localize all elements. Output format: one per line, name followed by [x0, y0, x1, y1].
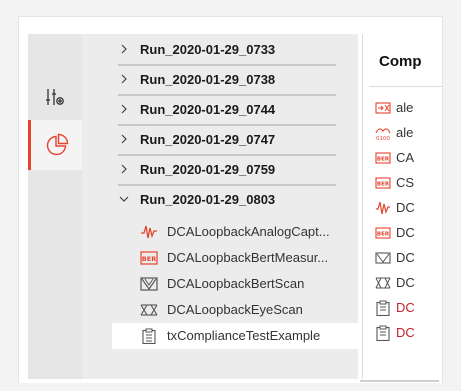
tree-child-label: DCALoopbackBertScan: [167, 276, 305, 291]
nav-rail: [28, 34, 82, 379]
component-label: DC: [396, 325, 415, 340]
chevron-right-icon: [121, 134, 127, 144]
component-item[interactable]: DC: [363, 272, 442, 294]
analog-waveform-icon: [376, 201, 390, 215]
horizontal-scrollbar[interactable]: [360, 380, 439, 382]
tree-run-item[interactable]: Run_2020-01-29_0738: [82, 66, 350, 96]
analog-waveform-icon: [141, 225, 157, 239]
component-label: DC: [396, 200, 415, 215]
component-label: ale: [396, 125, 414, 140]
pie-chart-icon: [46, 133, 68, 156]
ber-icon: BER: [375, 227, 391, 239]
tree-run-item[interactable]: Run_2020-01-29_0733: [82, 36, 350, 66]
component-item[interactable]: 0100 ale: [363, 122, 442, 144]
tree-run-item[interactable]: Run_2020-01-29_0759: [82, 156, 350, 186]
eye-scan-icon: [375, 277, 391, 289]
binary-wave-icon: 0100: [375, 128, 391, 141]
component-item[interactable]: BER CS: [363, 172, 442, 194]
component-item[interactable]: ale: [363, 97, 442, 119]
component-label: DC: [396, 250, 415, 265]
ber-icon: BER: [375, 177, 391, 189]
clipboard-icon: [376, 325, 390, 341]
component-label: DC: [396, 225, 415, 240]
tree-run-label: Run_2020-01-29_0738: [140, 72, 276, 87]
divider: [369, 86, 442, 87]
bert-scan-icon: [140, 277, 158, 291]
nav-analysis-button[interactable]: [28, 120, 82, 170]
chevron-right-icon: [121, 74, 127, 84]
tree-run-label: Run_2020-01-29_0803: [140, 192, 276, 207]
clipboard-icon: [142, 328, 156, 344]
tree-child-label: DCALoopbackAnalogCapt...: [167, 224, 330, 239]
eye-scan-icon: [140, 304, 158, 316]
clipboard-icon: [376, 300, 390, 316]
transform-icon: [375, 102, 391, 114]
tree-child-label: DCALoopbackEyeScan: [167, 302, 303, 317]
chevron-right-icon: [121, 104, 127, 114]
tree-child-label: txComplianceTestExample: [167, 328, 321, 343]
component-label: CA: [396, 150, 415, 165]
tree-child-item-selected[interactable]: txComplianceTestExample: [82, 323, 358, 349]
component-item[interactable]: BER DC: [363, 222, 442, 244]
component-label: ale: [396, 100, 414, 115]
svg-text:BER: BER: [377, 232, 390, 238]
component-item[interactable]: DC: [363, 322, 442, 344]
chevron-right-icon: [121, 44, 127, 54]
chevron-down-icon: [119, 196, 129, 202]
components-panel: Comp ale 0100 ale BER CA BER CS DC BER D…: [362, 34, 442, 379]
tree-run-item[interactable]: Run_2020-01-29_0747: [82, 126, 350, 156]
bert-scan-icon: [375, 252, 391, 264]
tree-run-item-expanded[interactable]: Run_2020-01-29_0803: [82, 186, 350, 216]
tree-run-item[interactable]: Run_2020-01-29_0744: [82, 96, 350, 126]
chevron-right-icon: [121, 164, 127, 174]
component-label: DC: [396, 300, 415, 315]
component-item[interactable]: BER CA: [363, 147, 442, 169]
svg-text:BER: BER: [377, 182, 390, 188]
ber-icon: BER: [375, 152, 391, 164]
tree-child-item[interactable]: DCALoopbackBertScan: [82, 271, 358, 297]
svg-text:BER: BER: [377, 157, 390, 163]
tree-child-item[interactable]: DCALoopbackEyeScan: [82, 297, 358, 323]
tree-child-label: DCALoopbackBertMeasur...: [167, 250, 329, 265]
runs-tree: Run_2020-01-29_0733 Run_2020-01-29_0738 …: [82, 34, 358, 379]
tree-run-label: Run_2020-01-29_0733: [140, 42, 276, 57]
nav-settings-button[interactable]: [28, 72, 82, 122]
tree-run-label: Run_2020-01-29_0744: [140, 102, 276, 117]
component-item[interactable]: DC: [363, 297, 442, 319]
svg-text:0100: 0100: [376, 136, 390, 141]
ber-icon: BER: [140, 251, 158, 265]
tree-child-item[interactable]: BER DCALoopbackBertMeasur...: [82, 245, 358, 271]
component-item[interactable]: DC: [363, 197, 442, 219]
panel-heading: Comp: [379, 53, 422, 70]
tree-run-label: Run_2020-01-29_0747: [140, 132, 276, 147]
component-label: DC: [396, 275, 415, 290]
sliders-icon: [46, 89, 64, 105]
component-item[interactable]: DC: [363, 247, 442, 269]
tree-run-label: Run_2020-01-29_0759: [140, 162, 276, 177]
component-label: CS: [396, 175, 415, 190]
svg-text:BER: BER: [142, 255, 156, 263]
tree-child-item[interactable]: DCALoopbackAnalogCapt...: [82, 219, 358, 245]
